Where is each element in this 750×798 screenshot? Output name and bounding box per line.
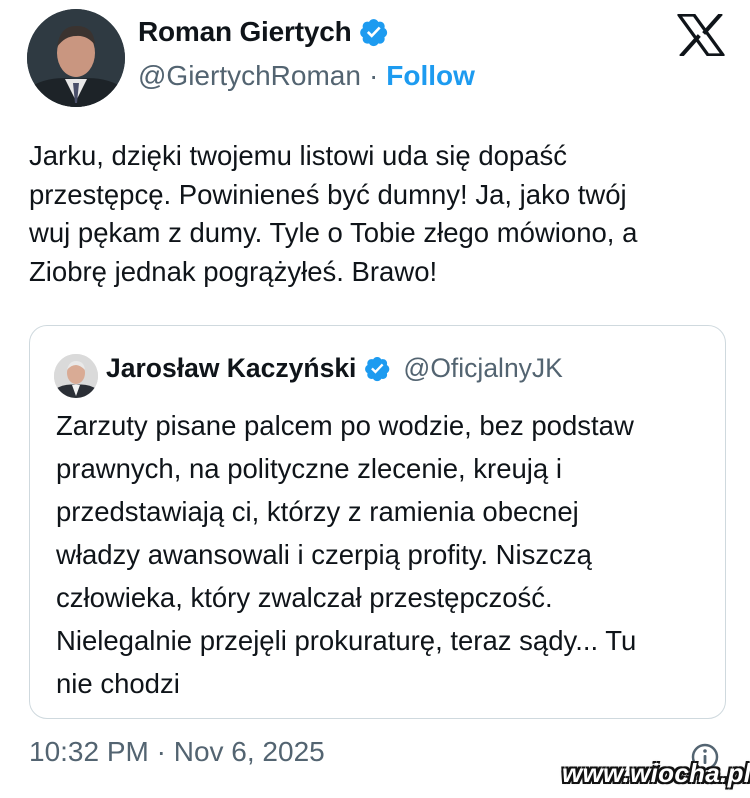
separator-dot: · bbox=[368, 60, 379, 91]
author-avatar[interactable] bbox=[27, 9, 125, 107]
quoted-author-avatar bbox=[54, 354, 98, 398]
tweet-timestamp[interactable]: 10:32 PM · Nov 6, 2025 bbox=[29, 736, 325, 768]
verified-badge-icon bbox=[360, 19, 388, 47]
author-name[interactable]: Roman Giertych bbox=[138, 16, 352, 48]
follow-button[interactable]: Follow bbox=[386, 60, 475, 92]
quoted-author-row: Jarosław Kaczyński @OficjalnyJK bbox=[106, 353, 563, 384]
tweet-text: Jarku, dzięki twojemu listowi uda się do… bbox=[29, 140, 638, 287]
x-logo-icon[interactable] bbox=[677, 14, 725, 56]
verified-badge-icon bbox=[365, 356, 390, 382]
author-handle[interactable]: @GiertychRoman bbox=[138, 60, 361, 92]
quoted-author-name: Jarosław Kaczyński bbox=[106, 353, 357, 383]
author-handle-row: @GiertychRoman · Follow bbox=[138, 60, 475, 92]
quoted-author-handle: @OficjalnyJK bbox=[403, 353, 563, 383]
watermark: www.wiocha.pl bbox=[562, 758, 750, 788]
quoted-tweet-card[interactable]: Jarosław Kaczyński @OficjalnyJK Zarzuty … bbox=[29, 325, 726, 719]
author-name-row: Roman Giertych bbox=[138, 16, 389, 48]
quoted-tweet-text: Zarzuty pisane palcem po wodzie, bez pod… bbox=[56, 410, 637, 699]
